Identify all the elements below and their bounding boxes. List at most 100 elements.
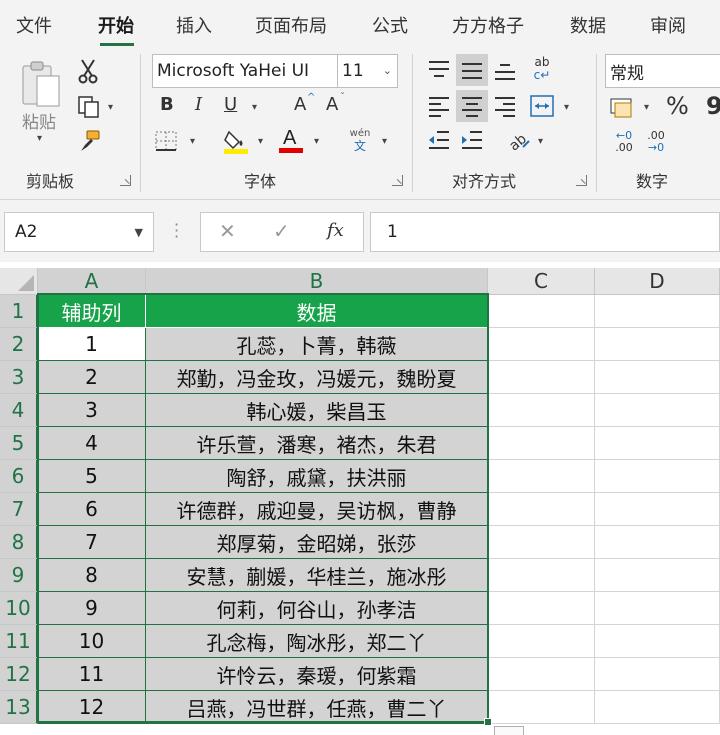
empty-cell[interactable] (488, 559, 595, 592)
empty-cell[interactable] (595, 328, 720, 361)
table-cell[interactable]: 韩心媛，柴昌玉 (146, 394, 488, 427)
wrap-text-icon[interactable]: ab c↵ (528, 54, 556, 84)
formula-input[interactable]: 1 (370, 212, 720, 252)
row-header[interactable]: 10 (0, 592, 38, 625)
table-cell[interactable]: 许怜云，秦瑷，何紫霜 (146, 658, 488, 691)
fill-handle[interactable] (484, 718, 492, 726)
clipboard-launcher-icon[interactable] (120, 175, 131, 186)
active-cell[interactable]: 1 (38, 328, 146, 361)
table-cell[interactable]: 吕燕，冯世群，任燕，曹二丫 (146, 691, 488, 724)
empty-cell[interactable] (488, 295, 595, 328)
empty-cell[interactable] (595, 295, 720, 328)
increase-indent-icon[interactable] (459, 128, 485, 152)
row-header[interactable]: 11 (0, 625, 38, 658)
name-box[interactable]: A2 ▼ (4, 212, 154, 252)
empty-cell[interactable] (488, 394, 595, 427)
tab-insert[interactable]: 插入 (176, 12, 212, 38)
empty-cell[interactable] (488, 361, 595, 394)
table-cell[interactable]: 郑勤，冯金玫，冯媛元，魏盼夏 (146, 361, 488, 394)
row-header[interactable]: 12 (0, 658, 38, 691)
accounting-dropdown-icon[interactable]: ▾ (644, 102, 649, 113)
table-cell[interactable]: 郑厚菊，金昭娣，张莎 (146, 526, 488, 559)
align-top-icon[interactable] (426, 58, 452, 82)
empty-cell[interactable] (488, 658, 595, 691)
table-cell[interactable]: 11 (38, 658, 146, 691)
row-header[interactable]: 5 (0, 427, 38, 460)
copy-dropdown-icon[interactable]: ▾ (108, 102, 113, 113)
align-center-icon[interactable] (459, 94, 485, 118)
empty-cell[interactable] (595, 460, 720, 493)
font-size-combo[interactable]: 11 ⌄ (337, 54, 398, 88)
merge-dropdown-icon[interactable]: ▾ (564, 102, 569, 113)
header-cell-helper[interactable]: 辅助列 (38, 295, 146, 328)
underline-dropdown-icon[interactable]: ▾ (252, 102, 257, 113)
table-cell[interactable]: 许乐萱，潘寒，褚杰，朱君 (146, 427, 488, 460)
table-cell[interactable]: 9 (38, 592, 146, 625)
tab-fangfang-gezi[interactable]: 方方格子 (452, 12, 524, 38)
align-bottom-icon[interactable] (492, 58, 518, 82)
empty-cell[interactable] (488, 526, 595, 559)
confirm-edit-icon[interactable]: ✓ (273, 219, 290, 243)
cancel-edit-icon[interactable]: ✕ (219, 219, 236, 243)
orientation-icon[interactable]: ab (504, 126, 532, 154)
table-cell[interactable]: 许德群，戚迎曼，吴访枫，曹静 (146, 493, 488, 526)
comma-style-button[interactable]: 9 (706, 92, 720, 120)
table-cell[interactable]: 7 (38, 526, 146, 559)
orientation-dropdown-icon[interactable]: ▾ (538, 136, 543, 147)
copy-icon[interactable] (76, 94, 102, 120)
tab-formulas[interactable]: 公式 (372, 12, 408, 38)
header-cell-data[interactable]: 数据 (146, 295, 488, 328)
align-left-icon[interactable] (426, 94, 452, 118)
table-cell[interactable]: 3 (38, 394, 146, 427)
merge-center-icon[interactable] (528, 92, 556, 120)
empty-cell[interactable] (595, 427, 720, 460)
tab-page-layout[interactable]: 页面布局 (255, 12, 327, 38)
table-cell[interactable]: 5 (38, 460, 146, 493)
fill-color-icon[interactable] (222, 128, 250, 154)
empty-cell[interactable] (488, 427, 595, 460)
format-painter-icon[interactable] (76, 128, 102, 154)
empty-cell[interactable] (488, 493, 595, 526)
empty-cell[interactable] (488, 460, 595, 493)
table-cell[interactable]: 12 (38, 691, 146, 724)
tab-home[interactable]: 开始 (98, 12, 134, 38)
table-cell[interactable]: 6 (38, 493, 146, 526)
row-header[interactable]: 2 (0, 328, 38, 361)
empty-cell[interactable] (488, 328, 595, 361)
table-cell[interactable]: 陶舒，戚黛，扶洪丽 (146, 460, 488, 493)
font-color-dropdown-icon[interactable]: ▾ (314, 136, 319, 147)
table-cell[interactable]: 2 (38, 361, 146, 394)
formula-bar-grip-icon[interactable]: · · · (174, 217, 179, 245)
align-right-icon[interactable] (492, 94, 518, 118)
empty-cell[interactable] (595, 691, 720, 724)
number-format-combo[interactable]: 常规 (605, 54, 720, 88)
empty-cell[interactable] (595, 559, 720, 592)
tab-data[interactable]: 数据 (570, 12, 606, 38)
name-box-dropdown-icon[interactable]: ▼ (135, 226, 143, 239)
empty-cell[interactable] (488, 592, 595, 625)
cut-icon[interactable] (76, 58, 100, 84)
row-header[interactable]: 3 (0, 361, 38, 394)
table-cell[interactable]: 孔蕊，卜菁，韩薇 (146, 328, 488, 361)
borders-dropdown-icon[interactable]: ▾ (190, 136, 195, 147)
select-all-button[interactable] (0, 268, 38, 295)
row-header[interactable]: 8 (0, 526, 38, 559)
insert-function-icon[interactable]: fx (327, 220, 344, 241)
tab-file[interactable]: 文件 (16, 12, 52, 38)
empty-cell[interactable] (595, 625, 720, 658)
table-cell[interactable]: 4 (38, 427, 146, 460)
row-header[interactable]: 13 (0, 691, 38, 724)
row-header[interactable]: 1 (0, 295, 38, 328)
align-middle-icon[interactable] (459, 58, 485, 82)
empty-cell[interactable] (595, 658, 720, 691)
decrease-decimal-icon[interactable]: .00 →0 (642, 128, 670, 156)
decrease-indent-icon[interactable] (426, 128, 452, 152)
row-header[interactable]: 9 (0, 559, 38, 592)
percent-style-button[interactable]: % (666, 92, 689, 120)
underline-button[interactable]: U (224, 94, 237, 115)
table-cell[interactable]: 何莉，何谷山，孙孝洁 (146, 592, 488, 625)
table-cell[interactable]: 孔念梅，陶冰彤，郑二丫 (146, 625, 488, 658)
accounting-format-icon[interactable] (608, 94, 636, 120)
font-name-combo[interactable]: Microsoft YaHei UI (152, 54, 338, 88)
column-header-b[interactable]: B (146, 268, 488, 295)
